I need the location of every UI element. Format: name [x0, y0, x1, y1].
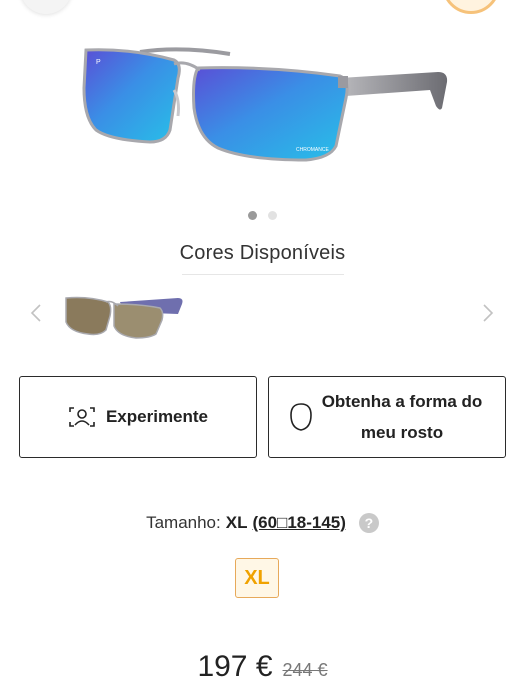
polarized-mark: P: [96, 59, 101, 66]
gallery-dot-2[interactable]: [268, 211, 277, 220]
gallery-pagination: [248, 211, 277, 220]
question-icon[interactable]: ?: [358, 513, 379, 533]
carousel-next-button[interactable]: [478, 300, 498, 326]
chevron-right-icon: [483, 304, 494, 322]
face-shape-label: Obtenha a forma do meu rosto: [321, 392, 483, 442]
chevron-left-icon: [30, 304, 41, 322]
try-on-button[interactable]: Experimente: [19, 376, 257, 458]
size-label: Tamanho:: [146, 513, 221, 532]
current-price: 197 €: [197, 650, 273, 683]
size-dimensions[interactable]: (60□18-145): [252, 513, 345, 533]
back-button[interactable]: [20, 0, 72, 14]
color-swatch-1[interactable]: [60, 292, 186, 340]
colors-title-underline: [182, 274, 344, 275]
face-outline-icon: [290, 403, 312, 431]
carousel-prev-button[interactable]: [26, 300, 46, 326]
product-image: CHROMANCE P: [82, 47, 448, 162]
face-shape-button[interactable]: Obtenha a forma do meu rosto: [268, 376, 506, 458]
size-option-xl[interactable]: XL: [235, 558, 279, 598]
profile-button[interactable]: [442, 0, 500, 14]
original-price: 244 €: [282, 660, 328, 680]
try-on-label: Experimente: [105, 407, 209, 426]
colors-title: Cores Disponíveis: [179, 242, 346, 264]
gallery-dot-1[interactable]: [248, 211, 257, 220]
lens-brand-text: CHROMANCE: [296, 147, 329, 153]
size-value: XL: [225, 513, 248, 532]
size-row: Tamanho: XL (60□18-145) ?: [0, 513, 525, 533]
price-row: 197 € 244 €: [0, 650, 525, 684]
face-scan-icon: [69, 407, 95, 427]
